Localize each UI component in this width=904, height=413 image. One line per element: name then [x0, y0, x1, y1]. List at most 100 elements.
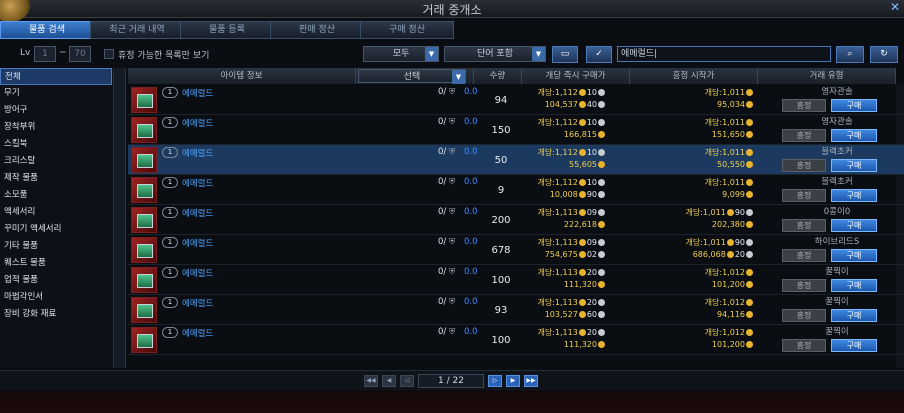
sidebar-item-weapon[interactable]: 무기	[0, 85, 112, 102]
emerald-item-icon[interactable]	[131, 267, 157, 293]
buy-button[interactable]: 구매	[831, 129, 877, 142]
rating-value: 0.0	[464, 207, 478, 217]
search-input[interactable]: 에메럴드|	[617, 46, 831, 62]
item-name[interactable]: 에메럴드	[182, 327, 213, 339]
sidebar-item-skillbook[interactable]: 스킬북	[0, 136, 112, 153]
bid-button[interactable]: 흥정	[782, 279, 826, 292]
table-row[interactable]: 1 에메럴드 0/ ⛨ 0.0 93 개당:1,113 20 103,527 60 개당:1,01…	[128, 295, 904, 325]
table-row[interactable]: 1 에메럴드 0/ ⛨ 0.0 100 개당:1,113 20 111,320 개당:1,012…	[128, 325, 904, 355]
sidebar-item-crafting[interactable]: 제작 물품	[0, 170, 112, 187]
sidebar-item-equip-part[interactable]: 장착부위	[0, 119, 112, 136]
emerald-item-icon[interactable]	[131, 147, 157, 173]
buy-button[interactable]: 구매	[831, 219, 877, 232]
tab-recent-trades[interactable]: 최근 거래 내역	[90, 21, 184, 39]
gold-coin-icon	[578, 209, 586, 216]
buy-button[interactable]: 구매	[831, 159, 877, 172]
emerald-item-icon[interactable]	[131, 207, 157, 233]
sidebar-item-achievement[interactable]: 업적 물품	[0, 272, 112, 289]
bid-button[interactable]: 흥정	[782, 339, 826, 352]
refresh-button[interactable]: ↻	[870, 46, 898, 63]
last-page-button[interactable]: ▶▶	[524, 375, 538, 387]
unit-price: 개당:1,112 10	[537, 117, 606, 128]
buy-button[interactable]: 구매	[831, 279, 877, 292]
sidebar-item-cosmetic[interactable]: 꾸미기 액세서리	[0, 221, 112, 238]
col-bid-start[interactable]: 흥정 시작가	[630, 68, 758, 84]
buy-button[interactable]: 구매	[831, 99, 877, 112]
check-button[interactable]: ✓	[586, 46, 612, 63]
silver-coin-icon	[746, 239, 753, 246]
bid-button[interactable]: 흥정	[782, 159, 826, 172]
item-name[interactable]: 에메럴드	[182, 177, 213, 189]
item-name[interactable]: 에메럴드	[182, 87, 213, 99]
item-name[interactable]: 에메럴드	[182, 147, 213, 159]
sidebar-item-all[interactable]: 전체	[0, 68, 112, 85]
emerald-item-icon[interactable]	[131, 327, 157, 353]
bid-button[interactable]: 흥정	[782, 99, 826, 112]
col-buyout-price[interactable]: 개당 즉시 구매가	[522, 68, 630, 84]
gold-coin-icon	[598, 131, 605, 138]
bid-button[interactable]: 흥정	[782, 189, 826, 202]
close-icon[interactable]: ✕	[888, 0, 902, 14]
silver-coin-icon	[598, 101, 605, 108]
emerald-item-icon[interactable]	[131, 177, 157, 203]
table-row[interactable]: 1 에메럴드 0/ ⛨ 0.0 100 개당:1,113 20 111,320 개당:1,012…	[128, 265, 904, 295]
sidebar-item-quest[interactable]: 퀘스트 물품	[0, 255, 112, 272]
sidebar-item-crystal[interactable]: 크리스탈	[0, 153, 112, 170]
buy-button[interactable]: 구매	[831, 309, 877, 322]
sort-dropdown[interactable]: 선택 ▼	[358, 69, 466, 84]
item-name[interactable]: 에메럴드	[182, 267, 213, 279]
sidebar-item-magic-inscription[interactable]: 마법각인서	[0, 289, 112, 306]
prev-page-button[interactable]: ◁	[400, 375, 414, 387]
table-row[interactable]: 1 에메럴드 0/ ⛨ 0.0 9 개당:1,112 10 10,008 90 개당:1,011 9…	[128, 175, 904, 205]
bid-unit-gold: 개당:1,011	[704, 178, 745, 187]
tab-sell-settlement[interactable]: 판매 정산	[270, 21, 364, 39]
buy-button[interactable]: 구매	[831, 189, 877, 202]
bid-total-price: 50,550	[717, 160, 754, 169]
next-10-button[interactable]: ▶	[506, 375, 520, 387]
item-name[interactable]: 에메럴드	[182, 297, 213, 309]
search-button[interactable]: ⌕	[836, 46, 864, 63]
prev-10-button[interactable]: ◀	[382, 375, 396, 387]
sidebar-item-misc[interactable]: 기타 물품	[0, 238, 112, 255]
next-page-button[interactable]: ▷	[488, 375, 502, 387]
buy-button[interactable]: 구매	[831, 249, 877, 262]
silver-coin-icon	[598, 179, 605, 186]
level-min-input[interactable]: 1	[34, 46, 56, 62]
sidebar-item-enhance-material[interactable]: 장비 강화 재료	[0, 306, 112, 323]
buy-button[interactable]: 구매	[831, 339, 877, 352]
category-dropdown[interactable]: 모두 ▼	[363, 46, 439, 62]
col-quantity[interactable]: 수량	[474, 68, 522, 84]
gold-coin-icon	[578, 239, 586, 246]
table-row[interactable]: 1 에메럴드 0/ ⛨ 0.0 50 개당:1,112 10 55,605 개당:1,011 50…	[128, 145, 904, 175]
emerald-item-icon[interactable]	[131, 117, 157, 143]
match-dropdown[interactable]: 단어 포함 ▼	[444, 46, 546, 62]
tab-buy-settlement[interactable]: 구매 정산	[360, 21, 454, 39]
gold-coin-icon	[726, 209, 734, 216]
emerald-item-icon[interactable]	[131, 297, 157, 323]
tab-register-item[interactable]: 물품 등록	[180, 21, 274, 39]
bid-only-checkbox[interactable]	[104, 49, 114, 59]
sidebar-item-accessory[interactable]: 액세서리	[0, 204, 112, 221]
item-name[interactable]: 에메럴드	[182, 237, 213, 249]
list-view-button[interactable]: ▭	[552, 46, 578, 63]
bid-total-price: 101,200	[712, 340, 754, 349]
bid-button[interactable]: 흥정	[782, 219, 826, 232]
emerald-item-icon[interactable]	[131, 237, 157, 263]
table-row[interactable]: 1 에메럴드 0/ ⛨ 0.0 94 개당:1,112 10 104,537 40 개당:1,01…	[128, 85, 904, 115]
bid-button[interactable]: 흥정	[782, 309, 826, 322]
tab-item-search[interactable]: 물품 검색	[0, 21, 94, 39]
table-row[interactable]: 1 에메럴드 0/ ⛨ 0.0 678 개당:1,113 09 754,675 02 개당:1,0…	[128, 235, 904, 265]
item-name[interactable]: 에메럴드	[182, 207, 213, 219]
sidebar-item-armor[interactable]: 방어구	[0, 102, 112, 119]
emerald-item-icon[interactable]	[131, 87, 157, 113]
bid-button[interactable]: 흥정	[782, 249, 826, 262]
level-max-input[interactable]: 70	[69, 46, 91, 62]
table-row[interactable]: 1 에메럴드 0/ ⛨ 0.0 150 개당:1,112 10 166,815 개당:1,011…	[128, 115, 904, 145]
sidebar-scrollbar[interactable]	[113, 68, 125, 368]
sidebar-item-consumable[interactable]: 소모품	[0, 187, 112, 204]
item-name[interactable]: 에메럴드	[182, 117, 213, 129]
first-page-button[interactable]: ◀◀	[364, 375, 378, 387]
bid-unit-gold: 개당:1,012	[704, 328, 745, 337]
bid-button[interactable]: 흥정	[782, 129, 826, 142]
table-row[interactable]: 1 에메럴드 0/ ⛨ 0.0 200 개당:1,113 09 222,618 개당:1,011…	[128, 205, 904, 235]
